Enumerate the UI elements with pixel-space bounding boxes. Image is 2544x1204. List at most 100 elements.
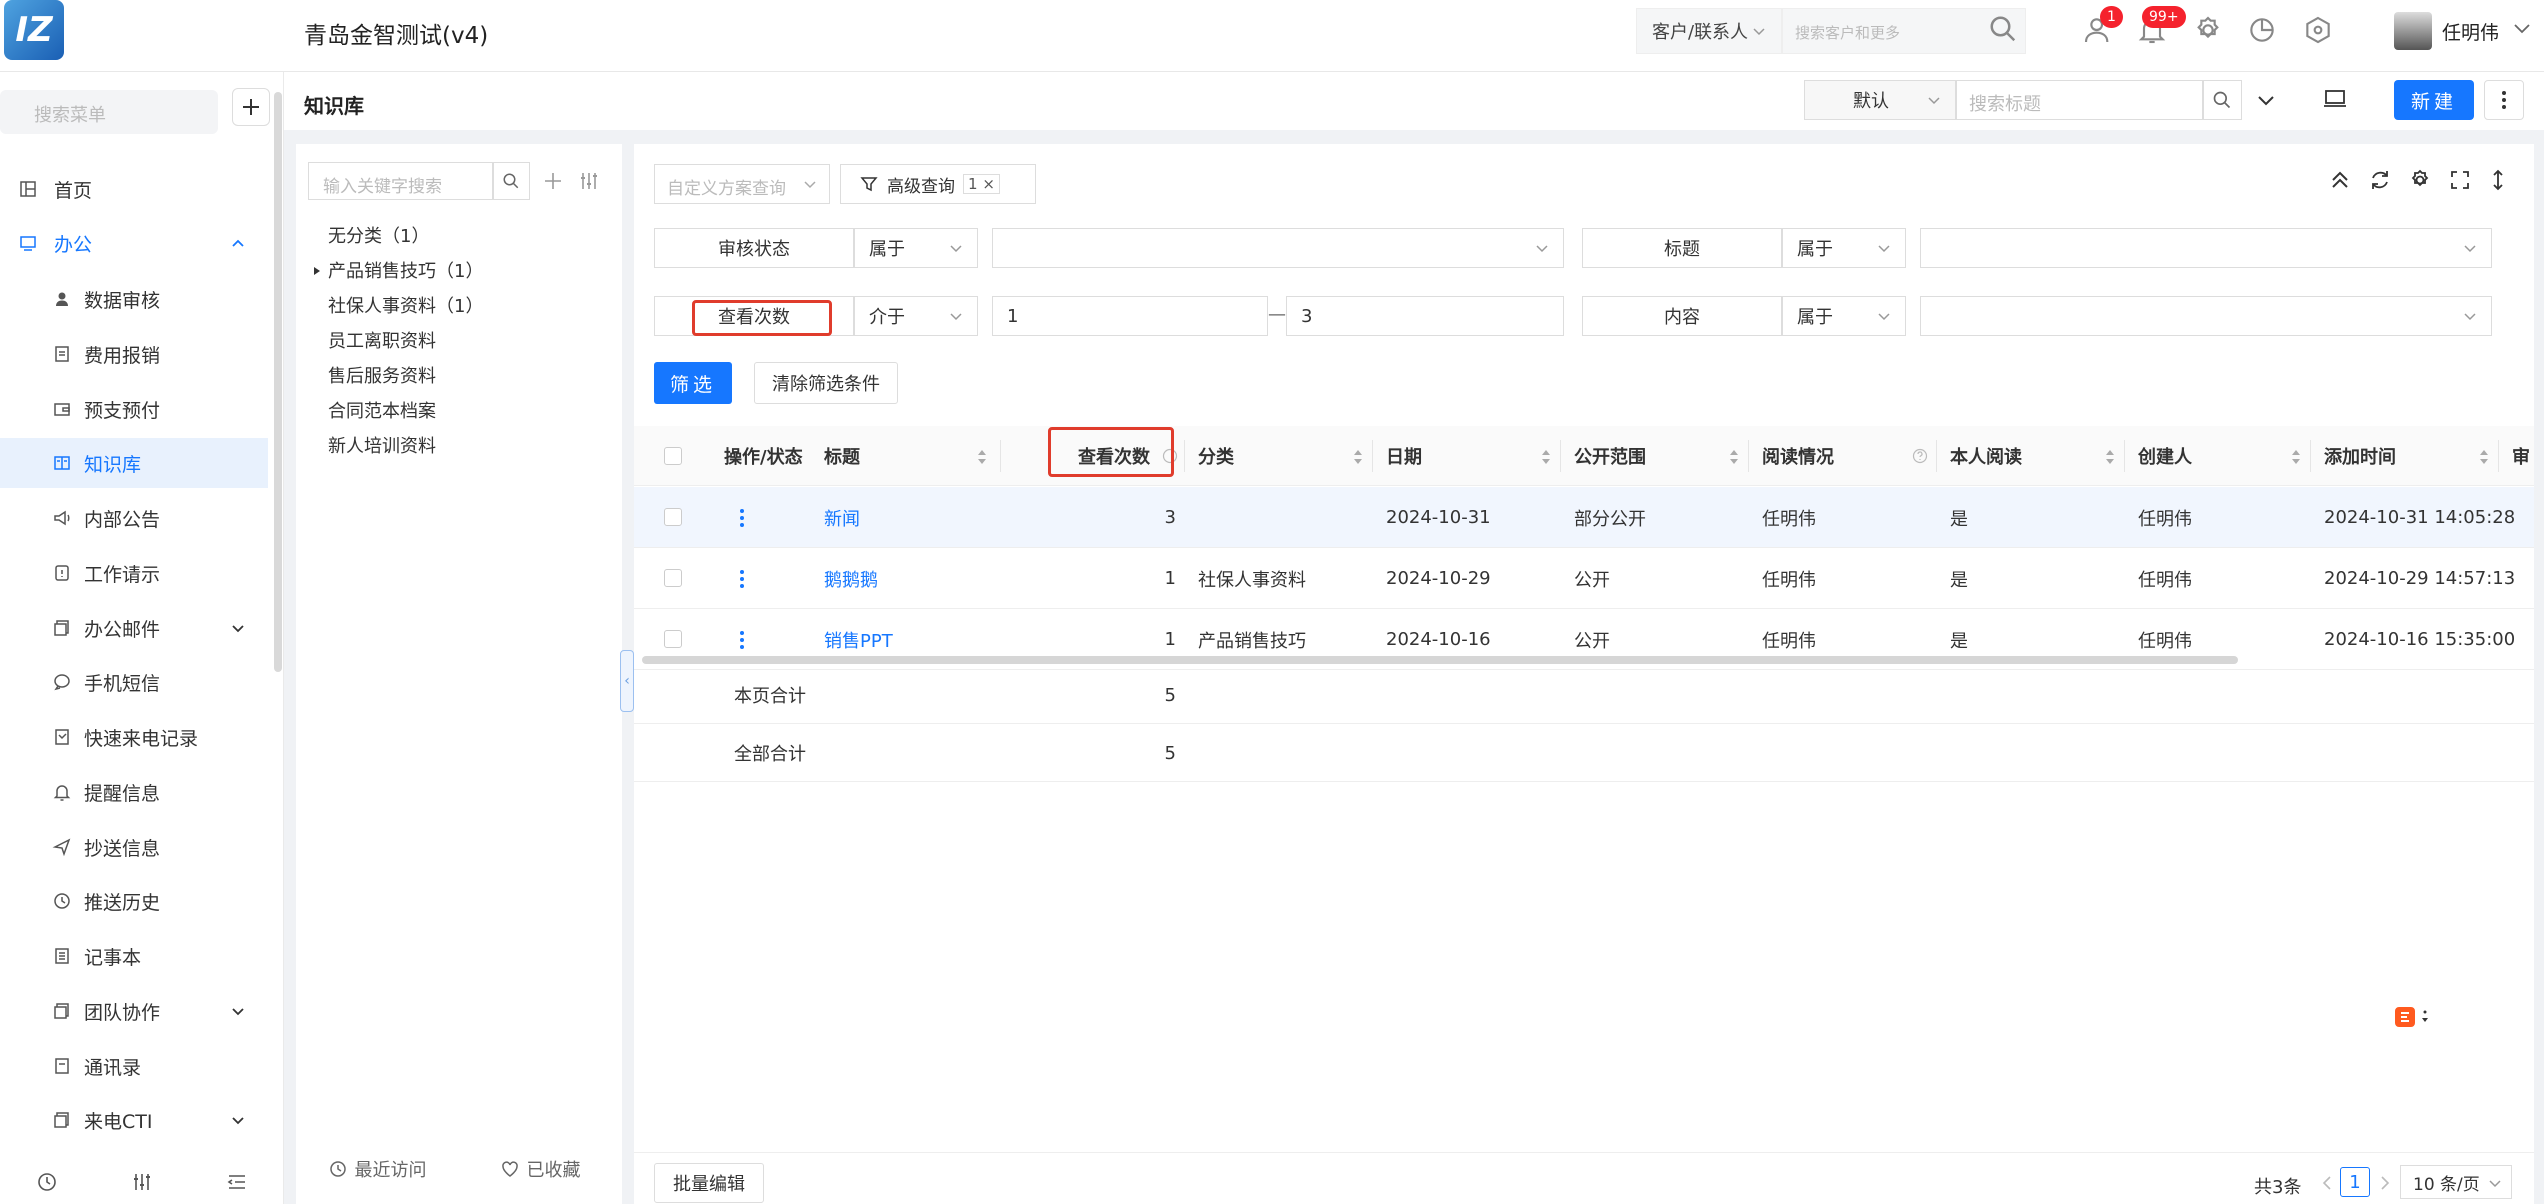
row-height-icon[interactable] bbox=[2486, 168, 2510, 192]
sidebar-item-push-history[interactable]: 推送历史 bbox=[0, 876, 268, 926]
column-header-category[interactable]: 分类 bbox=[1198, 426, 1234, 486]
user-name[interactable]: 任明伟 bbox=[2442, 18, 2499, 45]
category-item[interactable]: 员工离职资料 bbox=[328, 327, 436, 353]
chevron-down-icon[interactable] bbox=[2252, 86, 2280, 114]
sidebar-item-office-mail[interactable]: 办公邮件 bbox=[0, 603, 268, 653]
range-from-input[interactable]: 1 bbox=[992, 296, 1268, 336]
sidebar-item-notebook[interactable]: 记事本 bbox=[0, 931, 268, 981]
sidebar-item-cc[interactable]: 抄送信息 bbox=[0, 822, 268, 872]
column-header-title[interactable]: 标题 bbox=[824, 426, 860, 486]
sidebar-item-work-request[interactable]: 工作请示 bbox=[0, 548, 268, 598]
sidebar-item-knowledge-base[interactable]: 知识库 bbox=[0, 438, 268, 488]
sidebar-item-expense[interactable]: 费用报销 bbox=[0, 329, 268, 379]
new-button[interactable]: 新建 bbox=[2394, 80, 2474, 120]
sliders-icon[interactable] bbox=[578, 170, 600, 192]
category-item[interactable]: 合同范本档案 bbox=[328, 397, 436, 423]
chevron-down-icon[interactable] bbox=[2510, 16, 2534, 40]
help-icon[interactable] bbox=[1912, 448, 1928, 464]
collapse-panel-handle[interactable]: ‹ bbox=[620, 650, 634, 712]
add-menu-button[interactable] bbox=[232, 88, 270, 126]
row-checkbox[interactable] bbox=[664, 508, 682, 526]
filter-field-content[interactable]: 内容 bbox=[1582, 296, 1782, 336]
title-search-input[interactable]: 搜索标题 bbox=[1956, 80, 2204, 120]
filter-value-select[interactable] bbox=[1920, 296, 2492, 336]
sidebar-item-call-log[interactable]: 快速来电记录 bbox=[0, 712, 268, 762]
search-icon[interactable] bbox=[1988, 14, 2018, 44]
collapse-menu-button[interactable] bbox=[189, 1160, 284, 1204]
sidebar-scrollbar[interactable] bbox=[274, 92, 282, 672]
advanced-query-count[interactable]: 1 × bbox=[963, 174, 1000, 194]
range-to-input[interactable]: 3 bbox=[1286, 296, 1564, 336]
collapse-up-icon[interactable] bbox=[2328, 168, 2352, 192]
category-search-button[interactable] bbox=[492, 162, 530, 200]
sidebar-item-cti[interactable]: 来电CTI bbox=[0, 1095, 268, 1145]
pie-chart-icon[interactable] bbox=[2246, 14, 2278, 46]
filter-button[interactable]: 筛选 bbox=[654, 362, 732, 404]
recent-visits-button[interactable]: 最近访问 bbox=[296, 1156, 459, 1182]
add-category-icon[interactable] bbox=[542, 170, 564, 192]
row-checkbox[interactable] bbox=[664, 630, 682, 648]
settings-sliders-button[interactable] bbox=[95, 1160, 190, 1204]
column-header-creator[interactable]: 创建人 bbox=[2138, 426, 2192, 486]
table-row[interactable]: 鹅鹅鹅 1 社保人事资料 2024-10-29 公开 任明伟 是 任明伟 202… bbox=[634, 548, 2534, 609]
column-header-self-read[interactable]: 本人阅读 bbox=[1950, 426, 2022, 486]
category-item[interactable]: 无分类（1） bbox=[328, 222, 429, 248]
filter-operator-select[interactable]: 介于 bbox=[854, 296, 978, 336]
sidebar-item-reminder[interactable]: 提醒信息 bbox=[0, 767, 268, 817]
column-header-added-time[interactable]: 添加时间 bbox=[2324, 426, 2396, 486]
sidebar-item-team[interactable]: 团队协作 bbox=[0, 986, 268, 1036]
filter-value-select[interactable] bbox=[992, 228, 1564, 268]
sort-icon[interactable] bbox=[1540, 448, 1552, 466]
avatar[interactable] bbox=[2394, 12, 2432, 50]
history-button[interactable] bbox=[0, 1160, 95, 1204]
select-all-checkbox[interactable] bbox=[664, 447, 682, 465]
column-header-date[interactable]: 日期 bbox=[1386, 426, 1422, 486]
sort-icon[interactable] bbox=[2478, 448, 2490, 466]
sort-icon[interactable] bbox=[1728, 448, 1740, 466]
more-button[interactable] bbox=[2484, 80, 2524, 120]
favorites-button[interactable]: 已收藏 bbox=[459, 1156, 622, 1182]
row-checkbox[interactable] bbox=[664, 569, 682, 587]
gear-icon[interactable] bbox=[2192, 14, 2224, 46]
advanced-query-button[interactable]: 高级查询 1 × bbox=[840, 164, 1036, 204]
category-item[interactable]: 新人培训资料 bbox=[328, 432, 436, 458]
monitor-icon[interactable] bbox=[2322, 86, 2348, 112]
row-title-link[interactable]: 新闻 bbox=[824, 505, 860, 531]
scheme-select[interactable]: 自定义方案查询 bbox=[654, 164, 830, 204]
page-size-select[interactable]: 10 条/页 bbox=[2400, 1165, 2512, 1199]
gear-icon[interactable] bbox=[2408, 168, 2432, 192]
floating-widget[interactable] bbox=[2382, 1002, 2440, 1032]
category-item[interactable]: 售后服务资料 bbox=[328, 362, 436, 388]
sidebar-item-office[interactable]: 办公 bbox=[0, 218, 268, 268]
row-title-link[interactable]: 销售PPT bbox=[824, 627, 893, 653]
refresh-icon[interactable] bbox=[2368, 168, 2392, 192]
caret-right-icon[interactable] bbox=[312, 266, 322, 276]
filter-field-review-status[interactable]: 审核状态 bbox=[654, 228, 854, 268]
cube-icon[interactable] bbox=[2302, 14, 2334, 46]
title-search-button[interactable] bbox=[2202, 80, 2242, 120]
column-header-scope[interactable]: 公开范围 bbox=[1574, 426, 1646, 486]
more-vertical-icon[interactable] bbox=[738, 568, 746, 590]
row-title-link[interactable]: 鹅鹅鹅 bbox=[824, 566, 878, 592]
app-logo[interactable]: IZ bbox=[4, 0, 64, 60]
filter-operator-select[interactable]: 属于 bbox=[1782, 228, 1906, 268]
sort-icon[interactable] bbox=[2290, 448, 2302, 466]
category-search-input[interactable]: 输入关键字搜索 bbox=[308, 162, 494, 200]
sort-icon[interactable] bbox=[2104, 448, 2116, 466]
sidebar-item-advance[interactable]: 预支预付 bbox=[0, 384, 268, 434]
more-vertical-icon[interactable] bbox=[738, 629, 746, 651]
view-select[interactable]: 默认 bbox=[1804, 80, 1956, 120]
chevron-right-icon[interactable] bbox=[2378, 1175, 2392, 1191]
customer-type-select[interactable]: 客户/联系人 bbox=[1636, 8, 1782, 54]
filter-value-select[interactable] bbox=[1920, 228, 2492, 268]
category-item[interactable]: 产品销售技巧（1） bbox=[328, 257, 483, 283]
chevron-left-icon[interactable] bbox=[2320, 1175, 2334, 1191]
sidebar-item-sms[interactable]: 手机短信 bbox=[0, 657, 268, 707]
category-item[interactable]: 社保人事资料（1） bbox=[328, 292, 483, 318]
more-vertical-icon[interactable] bbox=[738, 507, 746, 529]
filter-operator-select[interactable]: 属于 bbox=[854, 228, 978, 268]
table-row[interactable]: 新闻 3 2024-10-31 部分公开 任明伟 是 任明伟 2024-10-3… bbox=[634, 487, 2534, 548]
sidebar-item-contacts[interactable]: 通讯录 bbox=[0, 1041, 268, 1091]
menu-search-input[interactable]: 搜索菜单 bbox=[0, 90, 218, 134]
clear-filters-button[interactable]: 清除筛选条件 bbox=[754, 362, 898, 404]
